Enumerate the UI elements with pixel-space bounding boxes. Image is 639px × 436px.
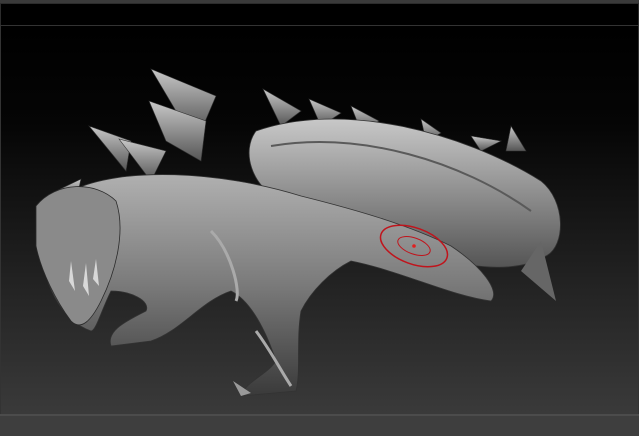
head xyxy=(35,186,121,326)
3d-viewport-canvas[interactable] xyxy=(0,25,639,415)
sculpt-model xyxy=(35,68,561,397)
bottom-bar xyxy=(0,414,639,436)
toolbar-strip xyxy=(0,3,639,26)
